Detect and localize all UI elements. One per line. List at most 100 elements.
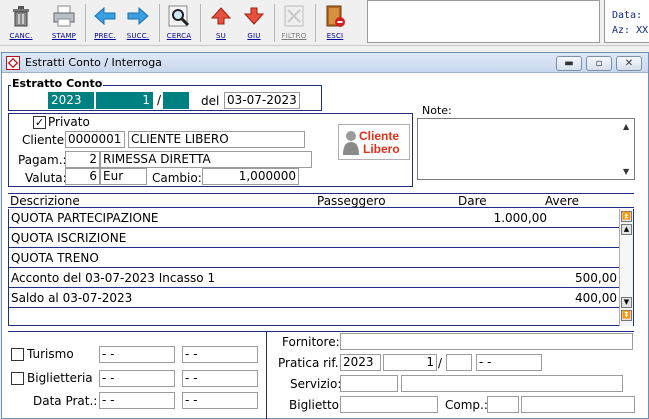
estratto-date-field[interactable]: 03-07-2023 <box>224 92 300 109</box>
row-descrizione: Saldo al 03-07-2023 <box>11 291 133 305</box>
row-descrizione: QUOTA ISCRIZIONE <box>11 231 127 245</box>
biglietteria-from-field[interactable]: - - <box>99 370 175 387</box>
toolbar: CANC. STAMP PREC. SUCC. CERCA SU GIU FIL… <box>0 0 649 46</box>
pratica-suffix-field[interactable] <box>446 354 472 371</box>
movements-grid: QUOTA PARTECIPAZIONE 1.000,00 QUOTA ISCR… <box>8 209 634 326</box>
row-descrizione: QUOTA PARTECIPAZIONE <box>11 211 159 225</box>
search-button[interactable]: CERCA <box>162 2 196 42</box>
arrow-left-icon <box>94 6 116 26</box>
turismo-checkbox[interactable] <box>11 348 24 361</box>
arrow-up-icon <box>210 7 232 25</box>
comp-label: Comp.: <box>445 398 488 412</box>
session-info: Data: Az: XX <box>604 0 649 43</box>
print-button[interactable]: STAMP <box>47 2 81 42</box>
header-dare: Dare <box>458 194 487 208</box>
filter-icon <box>284 5 304 27</box>
comp-field[interactable] <box>521 396 635 413</box>
table-row[interactable] <box>9 309 619 328</box>
print-label: STAMP <box>51 32 77 40</box>
grid-scrollbar[interactable]: ⏫ ▲ ▼ ⏬ <box>619 209 633 326</box>
biglietteria-to-field[interactable]: - - <box>182 370 258 387</box>
valuta-code-field[interactable]: 6 <box>65 168 100 185</box>
note-scroll-up-icon[interactable]: ▲ <box>623 122 629 131</box>
header-passeggero: Passeggero <box>317 194 386 208</box>
row-avere: 500,00 <box>575 271 617 285</box>
scroll-up-icon[interactable]: ▲ <box>621 224 632 235</box>
estratto-year-field[interactable]: 2023 <box>48 92 94 109</box>
estratto-slash: / <box>157 93 162 107</box>
header-descrizione: Descrizione <box>10 194 80 208</box>
table-row[interactable]: QUOTA PARTECIPAZIONE 1.000,00 <box>9 209 619 228</box>
pratica-number-field[interactable]: 1 <box>383 354 437 371</box>
exit-button[interactable]: ESCI <box>318 2 352 42</box>
servizio-code-field[interactable] <box>340 375 398 392</box>
previous-label: PREC. <box>94 32 116 40</box>
maximize-button[interactable]: ▫ <box>586 56 612 71</box>
pratica-date-field[interactable]: - - <box>476 354 542 371</box>
logo-line1: Cliente <box>359 129 400 143</box>
table-row[interactable]: QUOTA ISCRIZIONE <box>9 229 619 248</box>
scroll-top-icon[interactable]: ⏫ <box>621 211 632 222</box>
privato-checkbox[interactable]: ✓ <box>33 116 46 129</box>
row-avere: 400,00 <box>575 291 617 305</box>
filter-button[interactable]: FILTRO <box>277 2 311 42</box>
servizio-desc-field[interactable] <box>401 375 623 392</box>
servizio-label: Servizio: <box>290 377 342 391</box>
data-pratica-to-field[interactable]: - - <box>182 392 258 409</box>
cliente-label: Cliente: <box>22 133 69 147</box>
table-row[interactable]: QUOTA TRENO <box>9 249 619 268</box>
table-row[interactable]: Acconto del 03-07-2023 Incasso 1 500,00 <box>9 269 619 288</box>
note-textarea[interactable]: ▲ ▼ <box>417 118 635 180</box>
scroll-down-icon[interactable]: ▼ <box>621 297 632 308</box>
note-label: Note: <box>422 104 452 117</box>
scroll-bottom-icon[interactable]: ⏬ <box>621 310 632 321</box>
pagamento-label: Pagam.: <box>18 153 67 167</box>
grid-header: Descrizione Passeggero Dare Avere <box>8 193 634 208</box>
close-button[interactable]: ✕ <box>616 56 642 71</box>
del-label: del <box>201 94 220 108</box>
cliente-code-field[interactable]: 0000001 <box>65 131 125 148</box>
cambio-label: Cambio: <box>152 171 202 185</box>
pagamento-code-field[interactable]: 2 <box>65 151 100 168</box>
magnifier-icon <box>168 5 190 27</box>
bottom-vertical-divider <box>266 332 267 419</box>
pratica-year-field[interactable]: 2023 <box>340 354 381 371</box>
exit-label: ESCI <box>326 32 344 40</box>
move-down-button[interactable]: GIU <box>237 2 271 42</box>
pratica-label: Pratica rif.: <box>278 356 343 370</box>
note-scroll-down-icon[interactable]: ▼ <box>623 167 629 176</box>
move-up-button[interactable]: SU <box>204 2 238 42</box>
delete-button[interactable]: CANC. <box>4 2 38 42</box>
cambio-field[interactable]: 1,000000 <box>202 168 299 185</box>
privato-label: Privato <box>48 115 90 129</box>
valuta-desc-field[interactable]: Eur <box>100 168 147 185</box>
estratto-suffix-field[interactable] <box>163 92 189 109</box>
row-dare: 1.000,00 <box>493 211 547 225</box>
turismo-to-field[interactable]: - - <box>182 346 258 363</box>
previous-button[interactable]: PREC. <box>88 2 122 42</box>
biglietteria-checkbox[interactable] <box>11 372 24 385</box>
turismo-from-field[interactable]: - - <box>99 346 175 363</box>
cliente-name-field[interactable]: CLIENTE LIBERO <box>128 131 305 148</box>
biglietteria-label: Biglietteria <box>27 371 93 385</box>
trash-icon <box>13 6 29 27</box>
biglietto-field[interactable] <box>340 396 438 413</box>
fornitore-field[interactable] <box>340 333 633 350</box>
comp-code-field[interactable] <box>487 396 519 413</box>
row-descrizione: Acconto del 03-07-2023 Incasso 1 <box>11 271 216 285</box>
filter-label: FILTRO <box>281 32 307 40</box>
bottom-divider <box>8 331 634 332</box>
data-pratica-from-field[interactable]: - - <box>99 392 175 409</box>
arrow-right-icon <box>127 6 149 26</box>
maximize-icon: ▫ <box>595 58 603 69</box>
next-button[interactable]: SUCC. <box>121 2 155 42</box>
table-row[interactable]: Saldo al 03-07-2023 400,00 <box>9 289 619 308</box>
app-icon <box>6 56 20 70</box>
note-scrollbar[interactable]: ▲ ▼ <box>620 119 634 179</box>
minimize-button[interactable]: ▬ <box>556 56 582 71</box>
cliente-libero-logo: Cliente Libero <box>338 124 410 160</box>
biglietto-label: Biglietto: <box>289 398 344 412</box>
pagamento-desc-field[interactable]: RIMESSA DIRETTA <box>100 151 312 168</box>
estratto-number-field[interactable]: 1 <box>96 92 153 109</box>
printer-icon <box>53 5 75 27</box>
